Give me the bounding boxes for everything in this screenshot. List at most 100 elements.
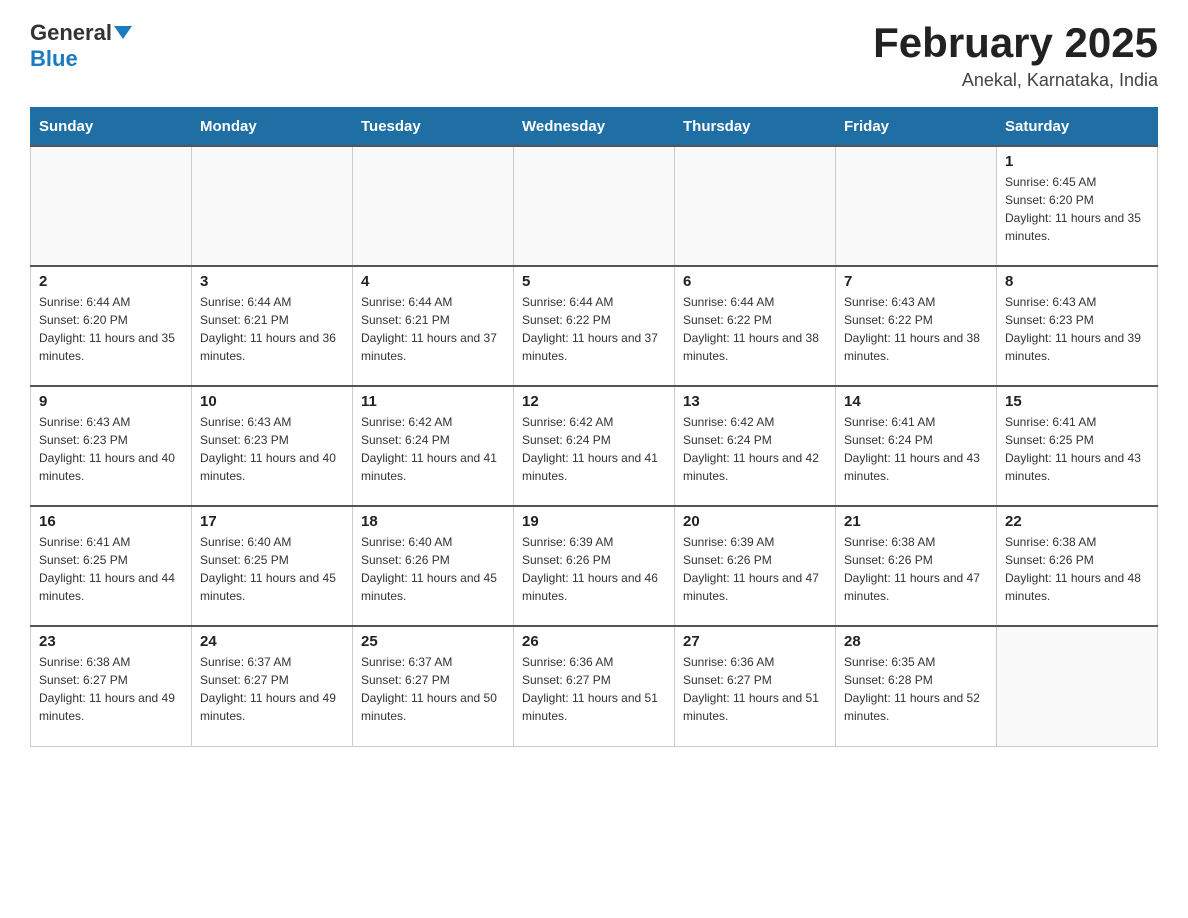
calendar-week-row: 1 Sunrise: 6:45 AM Sunset: 6:20 PM Daylig… (31, 146, 1158, 266)
day-number: 27 (683, 633, 827, 650)
day-number: 9 (39, 393, 183, 410)
header-tuesday: Tuesday (353, 108, 514, 147)
day-number: 2 (39, 273, 183, 290)
day-info: Sunrise: 6:39 AM Sunset: 6:26 PM Dayligh… (683, 533, 827, 605)
calendar-week-row: 2 Sunrise: 6:44 AM Sunset: 6:20 PM Daylig… (31, 266, 1158, 386)
table-row: 2 Sunrise: 6:44 AM Sunset: 6:20 PM Daylig… (31, 266, 192, 386)
day-info: Sunrise: 6:43 AM Sunset: 6:22 PM Dayligh… (844, 293, 988, 365)
header-sunday: Sunday (31, 108, 192, 147)
day-info: Sunrise: 6:40 AM Sunset: 6:25 PM Dayligh… (200, 533, 344, 605)
table-row: 13Sunrise: 6:42 AM Sunset: 6:24 PM Dayli… (675, 386, 836, 506)
day-number: 12 (522, 393, 666, 410)
day-number: 8 (1005, 273, 1149, 290)
logo-general-text: General (30, 20, 112, 46)
day-number: 26 (522, 633, 666, 650)
table-row: 4 Sunrise: 6:44 AM Sunset: 6:21 PM Daylig… (353, 266, 514, 386)
table-row: 7Sunrise: 6:43 AM Sunset: 6:22 PM Daylig… (836, 266, 997, 386)
table-row: 23 Sunrise: 6:38 AM Sunset: 6:27 PM Dayli… (31, 626, 192, 746)
day-number: 6 (683, 273, 827, 290)
location-subtitle: Anekal, Karnataka, India (873, 70, 1158, 91)
day-number: 1 (1005, 153, 1149, 170)
day-info: Sunrise: 6:36 AM Sunset: 6:27 PM Dayligh… (683, 653, 827, 725)
table-row: 8 Sunrise: 6:43 AM Sunset: 6:23 PM Daylig… (997, 266, 1158, 386)
table-row: 19 Sunrise: 6:39 AM Sunset: 6:26 PM Dayli… (514, 506, 675, 626)
table-row: 21 Sunrise: 6:38 AM Sunset: 6:26 PM Dayli… (836, 506, 997, 626)
table-row (836, 146, 997, 266)
calendar-table: Sunday Monday Tuesday Wednesday Thursday… (30, 107, 1158, 747)
table-row: 27 Sunrise: 6:36 AM Sunset: 6:27 PM Dayli… (675, 626, 836, 746)
day-info: Sunrise: 6:44 AM Sunset: 6:22 PM Dayligh… (522, 293, 666, 365)
day-number: 3 (200, 273, 344, 290)
day-info: Sunrise: 6:43 AM Sunset: 6:23 PM Dayligh… (39, 413, 183, 485)
day-info: Sunrise: 6:38 AM Sunset: 6:27 PM Dayligh… (39, 653, 183, 725)
weekday-header-row: Sunday Monday Tuesday Wednesday Thursday… (31, 108, 1158, 147)
day-info: Sunrise: 6:43 AM Sunset: 6:23 PM Dayligh… (200, 413, 344, 485)
table-row (675, 146, 836, 266)
calendar-week-row: 9 Sunrise: 6:43 AM Sunset: 6:23 PM Daylig… (31, 386, 1158, 506)
day-number: 11 (361, 393, 505, 410)
day-info: Sunrise: 6:44 AM Sunset: 6:20 PM Dayligh… (39, 293, 183, 365)
header-thursday: Thursday (675, 108, 836, 147)
day-number: 5 (522, 273, 666, 290)
header-monday: Monday (192, 108, 353, 147)
table-row: 9 Sunrise: 6:43 AM Sunset: 6:23 PM Daylig… (31, 386, 192, 506)
table-row (353, 146, 514, 266)
table-row: 20 Sunrise: 6:39 AM Sunset: 6:26 PM Dayli… (675, 506, 836, 626)
day-number: 25 (361, 633, 505, 650)
table-row (31, 146, 192, 266)
day-info: Sunrise: 6:38 AM Sunset: 6:26 PM Dayligh… (1005, 533, 1149, 605)
day-info: Sunrise: 6:39 AM Sunset: 6:26 PM Dayligh… (522, 533, 666, 605)
day-info: Sunrise: 6:35 AM Sunset: 6:28 PM Dayligh… (844, 653, 988, 725)
table-row: 12Sunrise: 6:42 AM Sunset: 6:24 PM Dayli… (514, 386, 675, 506)
page-header: General Blue February 2025 Anekal, Karna… (30, 20, 1158, 91)
table-row: 26 Sunrise: 6:36 AM Sunset: 6:27 PM Dayli… (514, 626, 675, 746)
day-info: Sunrise: 6:42 AM Sunset: 6:24 PM Dayligh… (361, 413, 505, 485)
calendar-title-area: February 2025 Anekal, Karnataka, India (873, 20, 1158, 91)
day-number: 23 (39, 633, 183, 650)
table-row: 5 Sunrise: 6:44 AM Sunset: 6:22 PM Daylig… (514, 266, 675, 386)
calendar-week-row: 23 Sunrise: 6:38 AM Sunset: 6:27 PM Dayli… (31, 626, 1158, 746)
table-row: 16 Sunrise: 6:41 AM Sunset: 6:25 PM Dayli… (31, 506, 192, 626)
day-info: Sunrise: 6:37 AM Sunset: 6:27 PM Dayligh… (200, 653, 344, 725)
day-info: Sunrise: 6:40 AM Sunset: 6:26 PM Dayligh… (361, 533, 505, 605)
table-row: 1 Sunrise: 6:45 AM Sunset: 6:20 PM Daylig… (997, 146, 1158, 266)
month-title: February 2025 (873, 20, 1158, 66)
day-number: 4 (361, 273, 505, 290)
table-row: 25Sunrise: 6:37 AM Sunset: 6:27 PM Dayli… (353, 626, 514, 746)
day-number: 22 (1005, 513, 1149, 530)
day-number: 28 (844, 633, 988, 650)
table-row: 15Sunrise: 6:41 AM Sunset: 6:25 PM Dayli… (997, 386, 1158, 506)
table-row (997, 626, 1158, 746)
day-info: Sunrise: 6:36 AM Sunset: 6:27 PM Dayligh… (522, 653, 666, 725)
day-info: Sunrise: 6:44 AM Sunset: 6:22 PM Dayligh… (683, 293, 827, 365)
day-info: Sunrise: 6:41 AM Sunset: 6:25 PM Dayligh… (39, 533, 183, 605)
day-number: 10 (200, 393, 344, 410)
day-number: 18 (361, 513, 505, 530)
logo-blue-text: Blue (30, 46, 78, 72)
table-row: 10 Sunrise: 6:43 AM Sunset: 6:23 PM Dayli… (192, 386, 353, 506)
logo: General Blue (30, 20, 132, 72)
table-row: 6 Sunrise: 6:44 AM Sunset: 6:22 PM Daylig… (675, 266, 836, 386)
header-friday: Friday (836, 108, 997, 147)
day-info: Sunrise: 6:42 AM Sunset: 6:24 PM Dayligh… (683, 413, 827, 485)
day-number: 14 (844, 393, 988, 410)
day-number: 21 (844, 513, 988, 530)
table-row (514, 146, 675, 266)
day-info: Sunrise: 6:43 AM Sunset: 6:23 PM Dayligh… (1005, 293, 1149, 365)
table-row: 14 Sunrise: 6:41 AM Sunset: 6:24 PM Dayli… (836, 386, 997, 506)
day-info: Sunrise: 6:45 AM Sunset: 6:20 PM Dayligh… (1005, 173, 1149, 245)
day-number: 15 (1005, 393, 1149, 410)
day-number: 20 (683, 513, 827, 530)
day-info: Sunrise: 6:44 AM Sunset: 6:21 PM Dayligh… (361, 293, 505, 365)
table-row: 11 Sunrise: 6:42 AM Sunset: 6:24 PM Dayli… (353, 386, 514, 506)
table-row: 22 Sunrise: 6:38 AM Sunset: 6:26 PM Dayli… (997, 506, 1158, 626)
table-row: 17 Sunrise: 6:40 AM Sunset: 6:25 PM Dayli… (192, 506, 353, 626)
logo-triangle-icon (114, 26, 132, 39)
day-number: 19 (522, 513, 666, 530)
day-number: 17 (200, 513, 344, 530)
day-info: Sunrise: 6:41 AM Sunset: 6:24 PM Dayligh… (844, 413, 988, 485)
day-info: Sunrise: 6:38 AM Sunset: 6:26 PM Dayligh… (844, 533, 988, 605)
day-number: 16 (39, 513, 183, 530)
day-number: 24 (200, 633, 344, 650)
table-row (192, 146, 353, 266)
